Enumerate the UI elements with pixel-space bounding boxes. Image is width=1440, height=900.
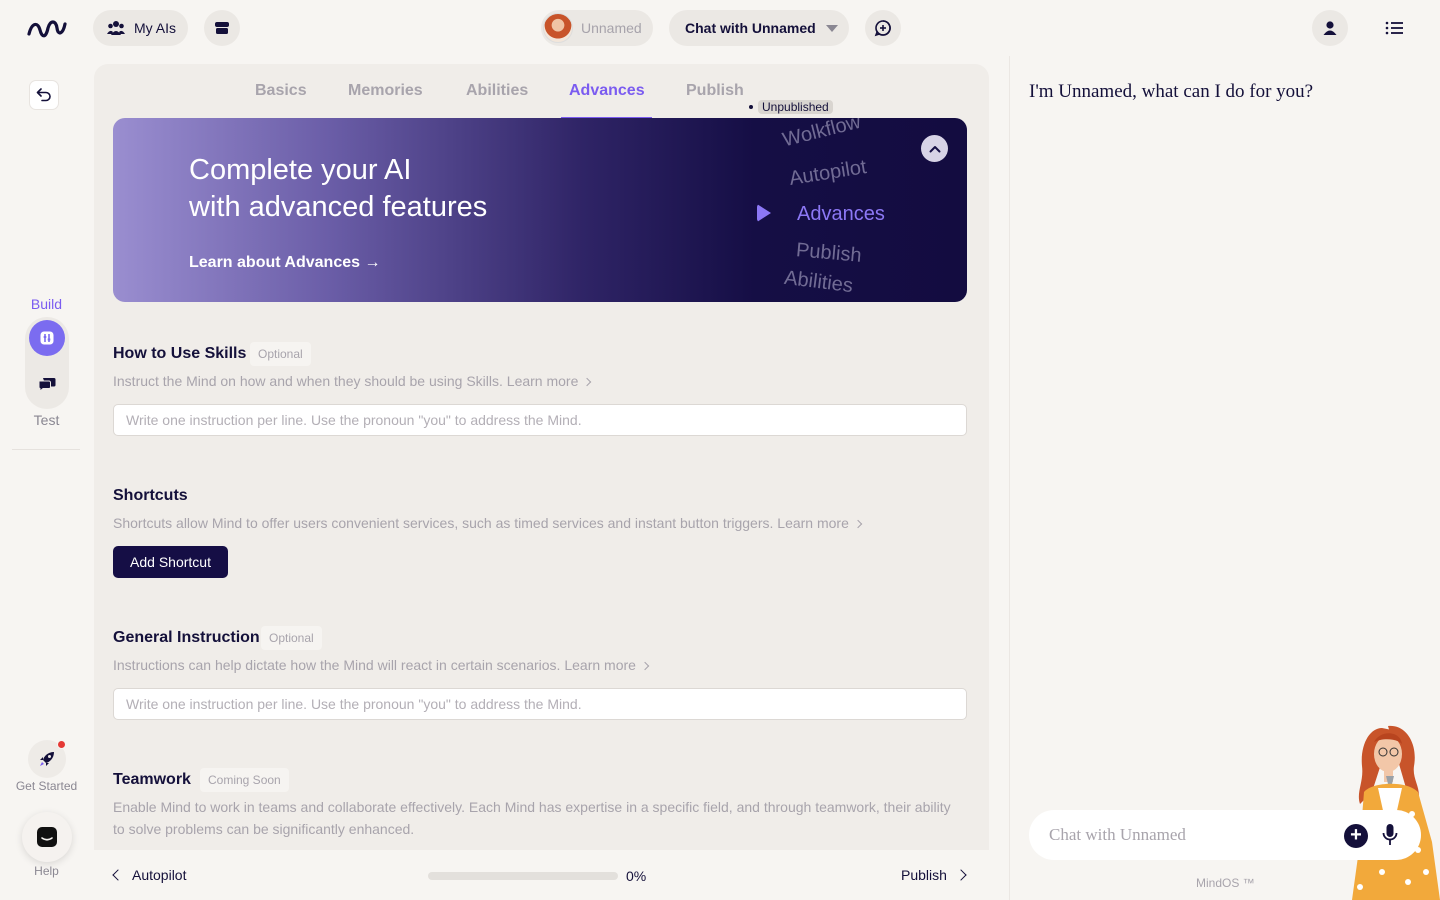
previous-step-label: Autopilot: [132, 867, 187, 883]
chevron-right-icon: [583, 377, 592, 387]
test-mode-button[interactable]: [29, 366, 65, 402]
shortcuts-description: Shortcuts allow Mind to offer users conv…: [113, 512, 863, 534]
general-description-text[interactable]: Instructions can help dictate how the Mi…: [113, 657, 636, 673]
wheel-item-publish: Publish: [795, 239, 863, 267]
teamwork-coming-soon-tag: Coming Soon: [200, 768, 289, 792]
skills-title: How to Use Skills: [113, 345, 247, 362]
skills-instruction-input[interactable]: Write one instruction per line. Use the …: [113, 404, 967, 436]
banner-title-line1: Complete your AI: [189, 154, 412, 186]
microphone-icon[interactable]: [1381, 823, 1399, 847]
store-button[interactable]: [204, 10, 240, 46]
general-instruction-input[interactable]: Write one instruction per line. Use the …: [113, 688, 967, 720]
wheel-item-autopilot: Autopilot: [787, 156, 869, 190]
learn-about-advances-link[interactable]: Learn about Advances →: [189, 254, 380, 272]
attach-plus-button[interactable]: +: [1344, 824, 1368, 848]
chevron-right-icon: [640, 661, 650, 671]
brand-footer: MindOS ™: [1196, 876, 1255, 890]
mind-name-label: Unnamed: [581, 20, 642, 36]
tab-publish[interactable]: Publish: [686, 82, 744, 100]
wheel-item-workflow: Wolkflow: [780, 118, 864, 152]
help-button[interactable]: [22, 812, 72, 862]
chat-input-box[interactable]: Chat with Unnamed +: [1029, 810, 1421, 860]
skills-optional-tag: Optional: [250, 342, 311, 366]
help-label: Help: [34, 864, 59, 878]
get-started-label: Get Started: [15, 779, 78, 793]
chevron-right-icon: [955, 869, 967, 881]
chat-plus-icon: [874, 20, 891, 37]
mind-profile-button[interactable]: Unnamed: [541, 10, 653, 46]
advances-banner: Complete your AI with advanced features …: [113, 118, 967, 302]
shortcuts-description-text[interactable]: Shortcuts allow Mind to offer users conv…: [113, 515, 849, 531]
panel-divider: [1009, 56, 1010, 900]
test-label: Test: [33, 412, 60, 428]
tab-abilities[interactable]: Abilities: [466, 82, 528, 100]
mode-switch: [25, 317, 69, 409]
tab-advances[interactable]: Advances: [569, 82, 645, 100]
chat-with-dropdown[interactable]: Chat with Unnamed: [669, 10, 849, 46]
group-icon: [107, 21, 125, 35]
caret-down-icon: [825, 24, 838, 32]
banner-title: Complete your AI with advanced features: [189, 152, 487, 226]
wheel-pointer-icon: [757, 204, 771, 222]
account-button[interactable]: [1312, 10, 1348, 46]
tab-basics[interactable]: Basics: [255, 82, 307, 100]
chevron-left-icon: [112, 869, 124, 881]
build-label: Build: [30, 296, 63, 312]
top-bar: My AIs Unnamed Chat with Unnamed: [0, 0, 1440, 56]
undo-button[interactable]: [29, 80, 59, 110]
chat-input-placeholder: Chat with Unnamed: [1049, 825, 1186, 844]
notification-dot: [57, 740, 66, 749]
general-instruction-title: General Instruction: [113, 629, 260, 646]
user-icon: [1323, 21, 1337, 35]
teamwork-description-line2: to solve problems can be significantly e…: [113, 821, 415, 837]
chat-bubbles-icon: [38, 378, 56, 392]
mind-avatar: [543, 13, 573, 43]
wheel-item-advances: Advances: [797, 203, 885, 225]
chat-with-label: Chat with Unnamed: [685, 20, 816, 36]
teamwork-description-line1: Enable Mind to work in teams and collabo…: [113, 799, 951, 815]
left-rail: Build Test Get Started Help: [0, 56, 93, 900]
chevron-right-icon: [853, 519, 863, 529]
add-shortcut-button[interactable]: Add Shortcut: [113, 546, 228, 578]
new-chat-button[interactable]: [865, 10, 901, 46]
wheel-item-abilities: Abilities: [782, 266, 855, 298]
help-chat-icon: [37, 827, 57, 847]
skills-description: Instruct the Mind on how and when they s…: [113, 370, 592, 392]
teamwork-title: Teamwork: [113, 771, 191, 788]
menu-list-button[interactable]: [1384, 18, 1406, 38]
progress-label: 0%: [626, 868, 647, 884]
collapse-banner-button[interactable]: [921, 135, 948, 162]
get-started-button[interactable]: [28, 740, 66, 778]
next-step-label: Publish: [901, 867, 947, 883]
general-instruction-description: Instructions can help dictate how the Mi…: [113, 654, 650, 676]
previous-step-button[interactable]: Autopilot: [112, 867, 187, 883]
my-ais-label: My AIs: [134, 20, 177, 36]
store-icon: [215, 22, 229, 34]
list-icon: [1385, 21, 1403, 35]
status-separator: [749, 105, 753, 109]
publish-status-badge: Unpublished: [758, 100, 833, 114]
completion-progress-bar: [428, 872, 618, 880]
my-ais-button[interactable]: My AIs: [93, 10, 188, 46]
chat-greeting-message: I'm Unnamed, what can I do for you?: [1029, 81, 1314, 102]
advances-panel: Basics Memories Abilities Advances Publi…: [94, 64, 989, 850]
step-footer: Autopilot 0% Publish: [94, 850, 989, 900]
undo-icon: [36, 88, 51, 102]
general-optional-tag: Optional: [261, 626, 322, 650]
chevron-up-icon: [929, 145, 940, 152]
skills-description-text[interactable]: Instruct the Mind on how and when they s…: [113, 373, 578, 389]
mindos-logo-icon[interactable]: [26, 14, 68, 42]
next-step-button[interactable]: Publish: [901, 867, 967, 883]
rocket-icon: [40, 752, 54, 766]
banner-title-line2: with advanced features: [189, 191, 488, 223]
teamwork-description: Enable Mind to work in teams and collabo…: [113, 796, 973, 840]
build-icon: [40, 331, 54, 345]
tab-memories[interactable]: Memories: [348, 82, 423, 100]
tab-bar: Basics Memories Abilities Advances Publi…: [94, 80, 989, 119]
rail-divider: [12, 449, 80, 450]
build-mode-button[interactable]: [29, 320, 65, 356]
shortcuts-title: Shortcuts: [113, 487, 188, 504]
